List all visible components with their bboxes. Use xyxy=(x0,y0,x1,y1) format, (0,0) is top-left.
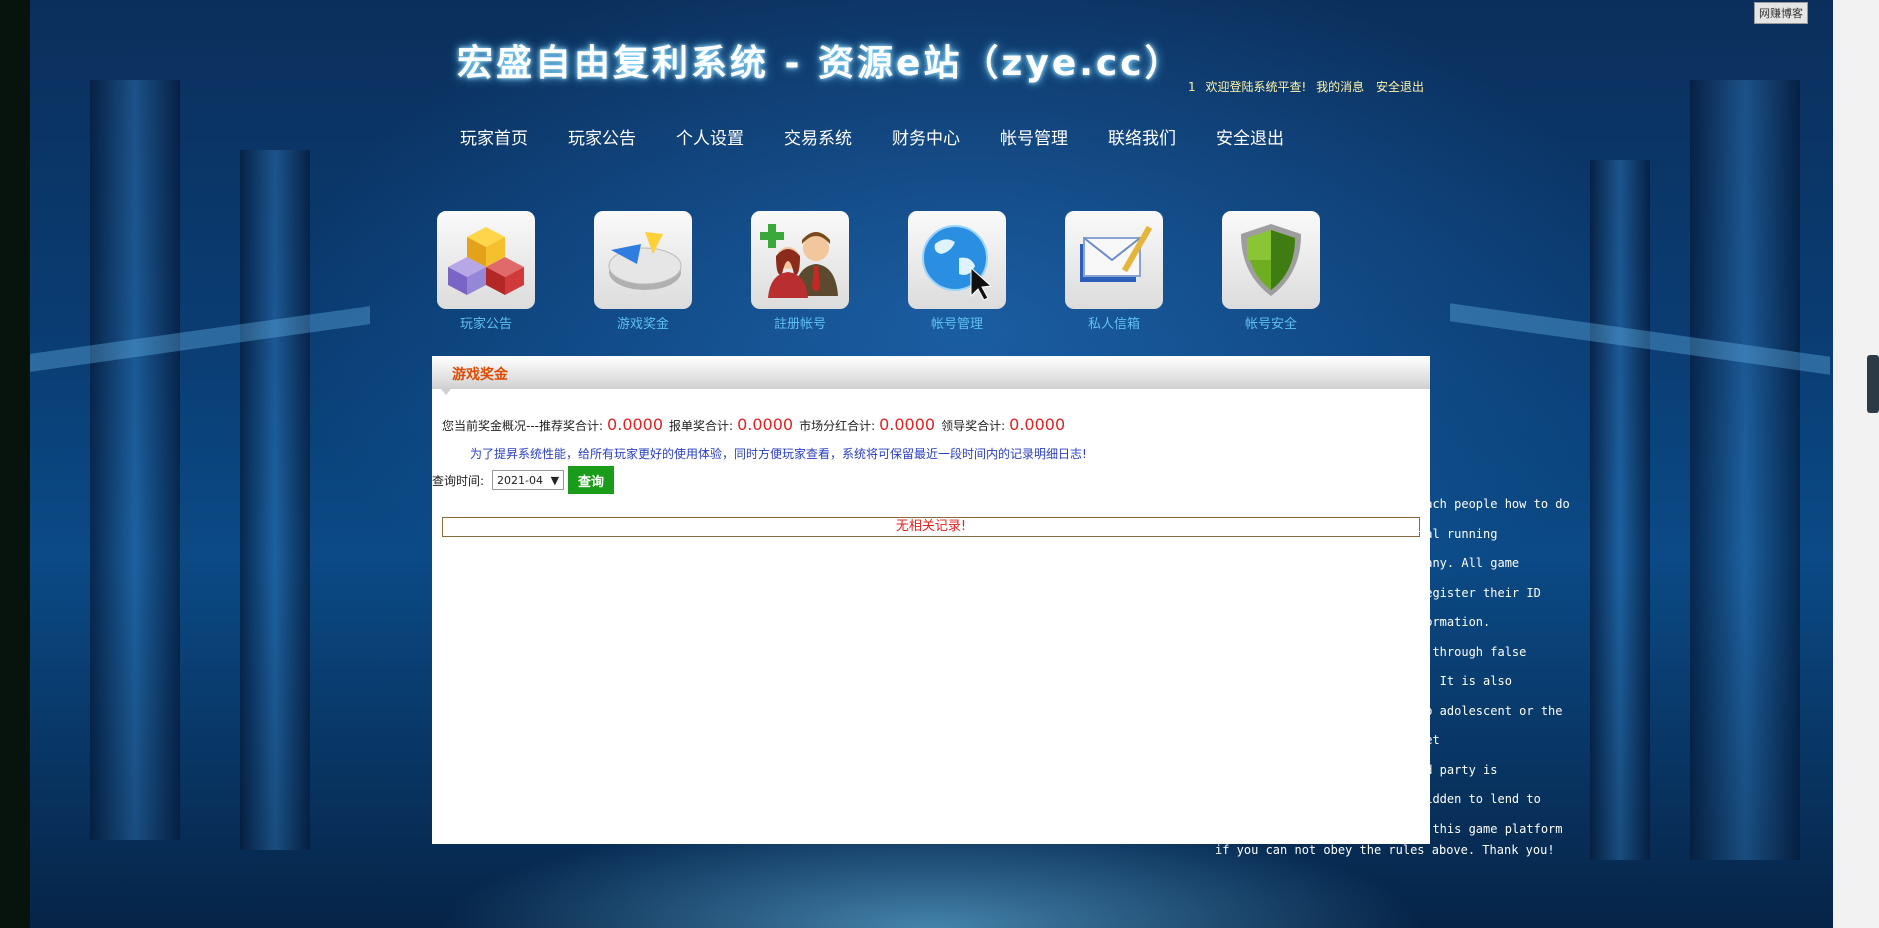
query-button[interactable]: 查询 xyxy=(568,466,615,494)
market-total: 0.0000 xyxy=(879,415,936,434)
nav-item-contact[interactable]: 联络我们 xyxy=(1088,124,1196,149)
rules-last-line: if you can not obey the rules above. Tha… xyxy=(1215,843,1555,857)
quick-icon-mailbox[interactable]: 私人信箱 xyxy=(1065,211,1222,332)
leader-total: 0.0000 xyxy=(1009,415,1066,434)
nav-item-account[interactable]: 帐号管理 xyxy=(980,124,1088,149)
rules-line: register their ID xyxy=(1418,585,1541,600)
panel-title: 游戏奖金 xyxy=(452,367,508,383)
quick-icon-bonus[interactable]: 游戏奖金 xyxy=(594,211,751,332)
quick-icon-announcements[interactable]: 玩家公告 xyxy=(437,211,594,332)
retention-notice: 为了提昇系统性能，给所有玩家更好的使用体验，同时方便玩家查看，系统将可保留最近一… xyxy=(470,447,1087,461)
rules-line: formation. xyxy=(1418,615,1491,629)
rules-text: each people how to do tal running pany. … xyxy=(1418,490,1570,844)
user-bar: 1 欢迎登陆系统平查! 我的消息 安全退出 xyxy=(1188,78,1432,95)
rules-line: each people how to do xyxy=(1418,497,1570,511)
shield-icon[interactable] xyxy=(1222,211,1320,309)
pie-chart-icon[interactable] xyxy=(594,211,692,309)
cubes-icon[interactable] xyxy=(437,211,535,309)
report-label: 报单奖合计: xyxy=(669,419,734,433)
bonus-summary: 您当前奖金概况---推荐奖合计: 0.0000 报单奖合计: 0.0000 市场分红合计… xyxy=(442,415,1071,434)
month-select-value: 2021-04 xyxy=(497,473,544,487)
report-total: 0.0000 xyxy=(737,415,794,434)
scrollbar-thumb[interactable] xyxy=(1867,355,1879,413)
logout-link[interactable]: 安全退出 xyxy=(1376,80,1424,94)
scrollbar-track[interactable] xyxy=(1833,0,1879,928)
query-form: 查询时间: 2021-04 ▼ 查询 xyxy=(432,466,615,494)
nav-item-trading[interactable]: 交易系统 xyxy=(764,124,872,149)
quick-icons: 玩家公告 游戏奖金 註册帐号 帐号管理 私人信箱 帐号安全 xyxy=(437,211,1379,332)
recommend-total: 0.0000 xyxy=(607,415,664,434)
quick-icon-label[interactable]: 玩家公告 xyxy=(437,313,535,332)
left-margin xyxy=(0,0,30,928)
quick-icon-label[interactable]: 帐号管理 xyxy=(908,313,1006,332)
quick-icon-label[interactable]: 私人信箱 xyxy=(1065,313,1163,332)
rules-line: n this game platform xyxy=(1418,821,1563,836)
rules-line: rd party is xyxy=(1418,762,1498,777)
rules-line: e through false xyxy=(1418,644,1527,659)
nav-item-settings[interactable]: 个人设置 xyxy=(656,124,764,149)
leader-label: 领导奖合计: xyxy=(941,419,1006,433)
globe-icon[interactable] xyxy=(908,211,1006,309)
quick-icon-label[interactable]: 游戏奖金 xyxy=(594,313,692,332)
rules-line: pany. All game xyxy=(1418,556,1520,570)
query-label: 查询时间: xyxy=(432,473,485,488)
rules-line: l. It is also xyxy=(1418,674,1512,688)
month-select[interactable]: 2021-04 ▼ xyxy=(492,470,565,490)
nav-item-home[interactable]: 玩家首页 xyxy=(440,124,548,149)
bonus-panel: 游戏奖金 您当前奖金概况---推荐奖合计: 0.0000 报单奖合计: 0.0000 市… xyxy=(432,356,1430,844)
nav-item-finance[interactable]: 财务中心 xyxy=(872,124,980,149)
add-user-icon[interactable] xyxy=(751,211,849,309)
rules-line: tal running xyxy=(1418,526,1498,541)
site-title: 宏盛自由复利系统 - 资源e站（zye.cc） xyxy=(457,43,1184,84)
summary-prefix: 您当前奖金概况---推荐奖合计: xyxy=(442,419,604,433)
nav-item-announcements[interactable]: 玩家公告 xyxy=(548,124,656,149)
rules-line: bidden to lend to xyxy=(1418,792,1541,806)
panel-header: 游戏奖金 xyxy=(432,356,1430,395)
rules-line: to adolescent or the xyxy=(1418,703,1563,718)
quick-icon-security[interactable]: 帐号安全 xyxy=(1222,211,1379,332)
user-id: 1 xyxy=(1188,80,1196,94)
quick-icon-label[interactable]: 帐号安全 xyxy=(1222,313,1320,332)
quick-icon-label[interactable]: 註册帐号 xyxy=(751,313,849,332)
rules-line: net xyxy=(1418,733,1440,747)
no-record-row: 无相关记录! xyxy=(442,517,1420,537)
welcome-text: 欢迎登陆系统平查! xyxy=(1205,80,1307,94)
chevron-down-icon: ▼ xyxy=(550,473,560,487)
market-label: 市场分红合计: xyxy=(799,419,876,433)
blog-widget-badge[interactable]: 网赚博客 xyxy=(1754,2,1808,24)
quick-icon-register[interactable]: 註册帐号 xyxy=(751,211,908,332)
main-nav: 玩家首页 玩家公告 个人设置 交易系统 财务中心 帐号管理 联络我们 安全退出 xyxy=(440,124,1304,149)
panel-notch xyxy=(441,389,451,395)
my-messages-link[interactable]: 我的消息 xyxy=(1316,80,1364,94)
mail-icon[interactable] xyxy=(1065,211,1163,309)
nav-item-logout[interactable]: 安全退出 xyxy=(1196,124,1304,149)
quick-icon-account[interactable]: 帐号管理 xyxy=(908,211,1065,332)
